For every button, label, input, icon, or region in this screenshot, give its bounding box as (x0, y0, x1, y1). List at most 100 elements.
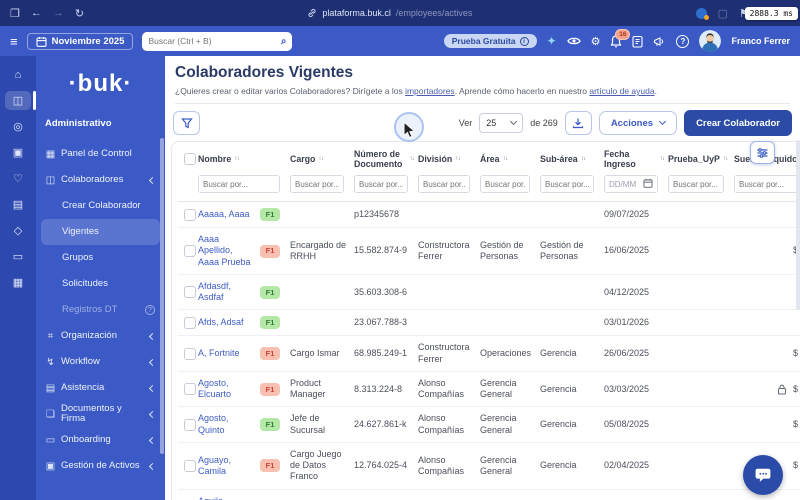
employee-name-link[interactable]: Agosto, Quinto (198, 413, 229, 434)
chat-fab-button[interactable] (743, 455, 783, 495)
sort-icon[interactable]: ↑↓ (234, 155, 239, 162)
browser-sidebar-icon[interactable]: ❐ (10, 7, 20, 20)
rail-trabajo-icon[interactable]: ▤ (5, 195, 31, 214)
employee-name-link[interactable]: Aaaa Apellido, Aaaa Prueba (198, 234, 251, 267)
page-size-select[interactable]: 25 (479, 113, 523, 133)
rail-beneficios-icon[interactable]: ▣ (5, 143, 31, 162)
employee-name-link[interactable]: A, Fortnite (198, 348, 240, 358)
subarea-filter-input[interactable] (540, 175, 594, 193)
forward-icon[interactable]: → (53, 7, 64, 19)
sort-icon[interactable]: ↑↓ (318, 155, 323, 162)
employee-name-link[interactable]: Aaaaa, Aaaa (198, 209, 250, 219)
sueldo-filter-input[interactable] (734, 175, 800, 193)
row-checkbox[interactable] (184, 317, 196, 329)
row-checkbox[interactable] (184, 209, 196, 221)
rail-documentos-icon[interactable]: ▭ (5, 247, 31, 266)
nombre-filter-input[interactable] (198, 175, 280, 193)
column-header-subarea[interactable]: Sub-área↑↓ (540, 154, 604, 164)
trial-badge[interactable]: Prueba Gratuita i (444, 34, 537, 48)
sidebar-item-solicitudes[interactable]: Solicitudes (36, 271, 165, 297)
gear-icon[interactable]: ⚙ (591, 35, 601, 48)
asistencia-icon: ▤ (45, 383, 56, 394)
importadores-link[interactable]: importadores (405, 86, 455, 96)
sort-icon[interactable]: ↑↓ (660, 155, 665, 162)
extension-icon-2[interactable]: ▢ (718, 7, 728, 20)
sidebar-item-documentos-y-firma[interactable]: ❏Documentos y Firma (36, 401, 165, 427)
help-icon[interactable]: ? (676, 35, 689, 48)
row-checkbox[interactable] (184, 348, 196, 360)
rail-home-icon[interactable]: ⌂ (5, 65, 31, 84)
select-all-checkbox[interactable] (184, 153, 196, 165)
filter-button[interactable] (173, 111, 200, 135)
app-window: ❐ ← → ↻ plataforma.buk.cl/employees/acti… (0, 0, 800, 500)
back-icon[interactable]: ← (31, 7, 42, 19)
row-checkbox[interactable] (184, 419, 196, 431)
sidebar-item-colaboradores[interactable]: ◫Colaboradores (36, 167, 165, 193)
sidebar-item-gestion-de-activos[interactable]: ▣Gestión de Activos (36, 453, 165, 479)
sliders-icon (756, 147, 769, 159)
eye-icon[interactable] (567, 36, 581, 46)
documento-filter-input[interactable] (354, 175, 408, 193)
avatar[interactable] (699, 30, 721, 52)
hamburger-icon[interactable]: ≡ (10, 34, 18, 49)
rail-formacion-icon[interactable]: ◇ (5, 221, 31, 240)
column-header-prueba-uyp[interactable]: Prueba_UyP↑↓ (668, 154, 734, 164)
acciones-button[interactable]: Acciones (599, 111, 677, 135)
fecha-ingreso-filter-input[interactable]: DD/MM (604, 175, 658, 193)
cargo-filter-input[interactable] (290, 175, 344, 193)
prueba-uyp-filter-input[interactable] (668, 175, 724, 193)
employee-name-link[interactable]: Aguila, Benjamín (198, 496, 236, 500)
global-search[interactable]: ⌕ (142, 32, 292, 51)
megaphone-icon[interactable] (653, 36, 666, 47)
bell-icon[interactable]: 16 (610, 35, 622, 48)
sort-icon[interactable]: ↑↓ (581, 155, 586, 162)
column-header-fecha-ingreso[interactable]: Fecha Ingreso↑↓ (604, 149, 668, 169)
column-header-cargo[interactable]: Cargo↑↓ (290, 154, 354, 164)
rail-pagos-icon[interactable]: ▦ (5, 273, 31, 292)
column-header-nombre[interactable]: Nombre↑↓ (198, 154, 290, 164)
rail-remuneraciones-icon[interactable]: ◎ (5, 117, 31, 136)
sidebar-item-grupos[interactable]: Grupos (36, 245, 165, 271)
column-settings-button[interactable] (750, 141, 775, 164)
sidebar-item-workflow[interactable]: ↯Workflow (36, 349, 165, 375)
column-header-division[interactable]: División↑↓ (418, 154, 480, 164)
employee-name-link[interactable]: Agosto, Elcuarto (198, 378, 231, 399)
sidebar-item-panel-de-control[interactable]: ▦Panel de Control (36, 141, 165, 167)
row-checkbox[interactable] (184, 383, 196, 395)
sort-icon[interactable]: ↑↓ (410, 155, 415, 162)
sidebar-item-vigentes[interactable]: Vigentes (41, 219, 160, 245)
sort-icon[interactable]: ↑↓ (503, 155, 508, 162)
clipboard-icon[interactable] (632, 35, 643, 48)
sidebar-scrollbar[interactable] (160, 138, 164, 454)
url-bar[interactable]: plataforma.buk.cl/employees/actives (307, 8, 472, 18)
ai-sparkle-icon[interactable]: ✦ (547, 34, 557, 48)
area-filter-input[interactable] (480, 175, 530, 193)
sidebar-item-onboarding[interactable]: ▭Onboarding (36, 427, 165, 453)
reload-icon[interactable]: ↻ (75, 7, 84, 20)
extension-icon[interactable] (696, 8, 707, 19)
sort-icon[interactable]: ↑↓ (723, 155, 728, 162)
column-header-documento[interactable]: Número de Documento↑↓ (354, 149, 418, 169)
sort-icon[interactable]: ↑↓ (455, 155, 460, 162)
sidebar-item-asistencia[interactable]: ▤Asistencia (36, 375, 165, 401)
row-checkbox[interactable] (184, 245, 196, 257)
period-selector[interactable]: Noviembre 2025 (27, 33, 134, 50)
search-input[interactable] (148, 36, 276, 46)
table-scrollbar[interactable] (796, 140, 800, 310)
sidebar-item-crear-colaborador[interactable]: Crear Colaborador (36, 193, 165, 219)
sidebar-item-registros-dt[interactable]: Registros DT? (36, 297, 165, 323)
download-button[interactable] (565, 111, 592, 135)
rail-talento-icon[interactable]: ♡ (5, 169, 31, 188)
table-row: Agosto, QuintoF1Jefe de Sucursal24.627.8… (178, 407, 800, 443)
row-checkbox[interactable] (184, 460, 196, 472)
employee-name-link[interactable]: Afds, Adsaf (198, 317, 244, 327)
crear-colaborador-button[interactable]: Crear Colaborador (684, 110, 792, 136)
rail-employees-icon[interactable]: ◫ (5, 91, 31, 110)
help-article-link[interactable]: artículo de ayuda (589, 86, 654, 96)
employee-name-link[interactable]: Afdasdf, Asdfaf (198, 281, 231, 302)
row-checkbox[interactable] (184, 286, 196, 298)
employee-name-link[interactable]: Aguayo, Camila (198, 455, 231, 476)
column-header-area[interactable]: Área↑↓ (480, 154, 540, 164)
division-filter-input[interactable] (418, 175, 470, 193)
sidebar-item-organizacion[interactable]: ⌗Organización (36, 323, 165, 349)
